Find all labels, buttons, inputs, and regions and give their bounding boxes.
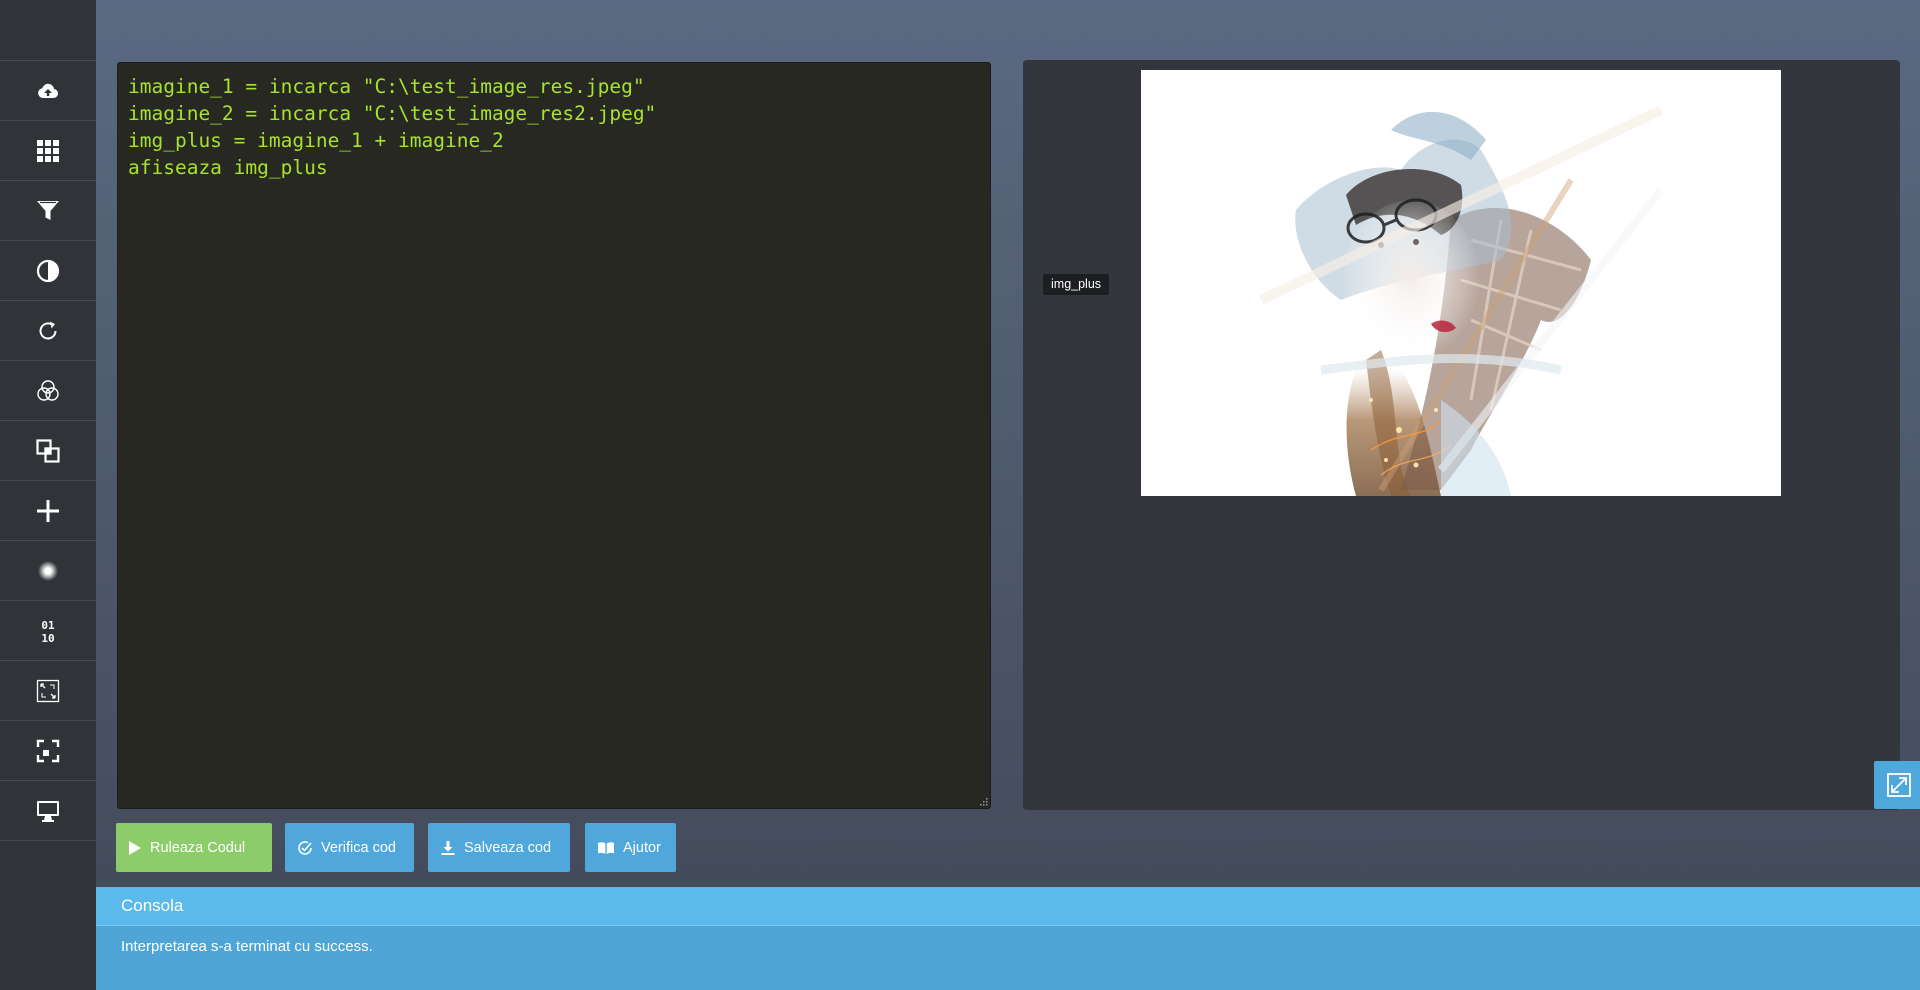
sidebar-item-contrast[interactable] <box>0 241 96 301</box>
sidebar: 01 10 <box>0 0 96 990</box>
console-panel: Consola Interpretarea s-a terminat cu su… <box>96 887 1920 990</box>
sidebar-item-grid[interactable] <box>0 121 96 181</box>
sidebar-item-color-channels[interactable] <box>0 361 96 421</box>
resize-icon <box>36 679 60 702</box>
sidebar-item-display[interactable] <box>0 781 96 841</box>
play-icon <box>129 840 141 855</box>
plus-icon <box>37 499 59 522</box>
sidebar-item-overlay[interactable] <box>0 421 96 481</box>
sidebar-top <box>0 0 96 61</box>
output-panel: img_plus <box>1023 60 1920 810</box>
console-title: Consola <box>96 887 1920 926</box>
check-circle-icon <box>298 840 312 855</box>
code-line[interactable]: img_plus = imagine_1 + imagine_2 <box>128 127 980 154</box>
sidebar-item-rotate[interactable] <box>0 301 96 361</box>
svg-text:01: 01 <box>41 619 55 632</box>
run-code-button[interactable]: Ruleaza Codul <box>116 823 272 872</box>
color-channels-icon <box>37 379 59 401</box>
sidebar-item-resize[interactable] <box>0 661 96 721</box>
crop-icon <box>36 739 60 762</box>
sidebar-item-blur[interactable] <box>0 541 96 601</box>
binary-icon: 01 10 <box>41 619 55 644</box>
contrast-icon <box>36 259 60 282</box>
sidebar-item-upload[interactable] <box>0 61 96 121</box>
expand-output-button[interactable] <box>1874 761 1920 809</box>
code-editor[interactable]: imagine_1 = incarca "C:\test_image_res.j… <box>117 62 991 809</box>
rotate-icon <box>39 321 57 339</box>
output-image-render <box>1141 70 1781 496</box>
blur-icon <box>38 560 58 581</box>
output-image <box>1141 70 1781 496</box>
expand-icon <box>1887 773 1911 797</box>
code-line[interactable]: imagine_2 = incarca "C:\test_image_res2.… <box>128 100 980 127</box>
monitor-icon <box>37 800 59 822</box>
console-message: Interpretarea s-a terminat cu success. <box>121 938 373 955</box>
sidebar-item-binary[interactable]: 01 10 <box>0 601 96 661</box>
filter-icon <box>37 200 59 220</box>
book-icon <box>598 841 614 854</box>
save-code-button[interactable]: Salveaza cod <box>428 823 570 872</box>
save-code-label: Salveaza cod <box>464 839 552 856</box>
code-line[interactable]: imagine_1 = incarca "C:\test_image_res.j… <box>128 73 980 100</box>
output-image-label: img_plus <box>1043 274 1110 295</box>
cloud-upload-icon <box>38 83 59 98</box>
svg-text:10: 10 <box>41 632 54 644</box>
help-label: Ajutor <box>623 839 661 856</box>
help-button[interactable]: Ajutor <box>585 823 676 872</box>
sidebar-item-crop[interactable] <box>0 721 96 781</box>
download-icon <box>441 840 455 855</box>
grid-icon <box>37 139 59 162</box>
resize-grip-icon[interactable] <box>978 796 988 806</box>
verify-code-label: Verifica cod <box>321 839 396 856</box>
sidebar-item-add[interactable] <box>0 481 96 541</box>
run-code-label: Ruleaza Codul <box>150 839 246 856</box>
verify-code-button[interactable]: Verifica cod <box>285 823 414 872</box>
sidebar-item-filter[interactable] <box>0 181 96 241</box>
code-line[interactable]: afiseaza img_plus <box>128 154 980 181</box>
overlay-icon <box>36 438 60 463</box>
